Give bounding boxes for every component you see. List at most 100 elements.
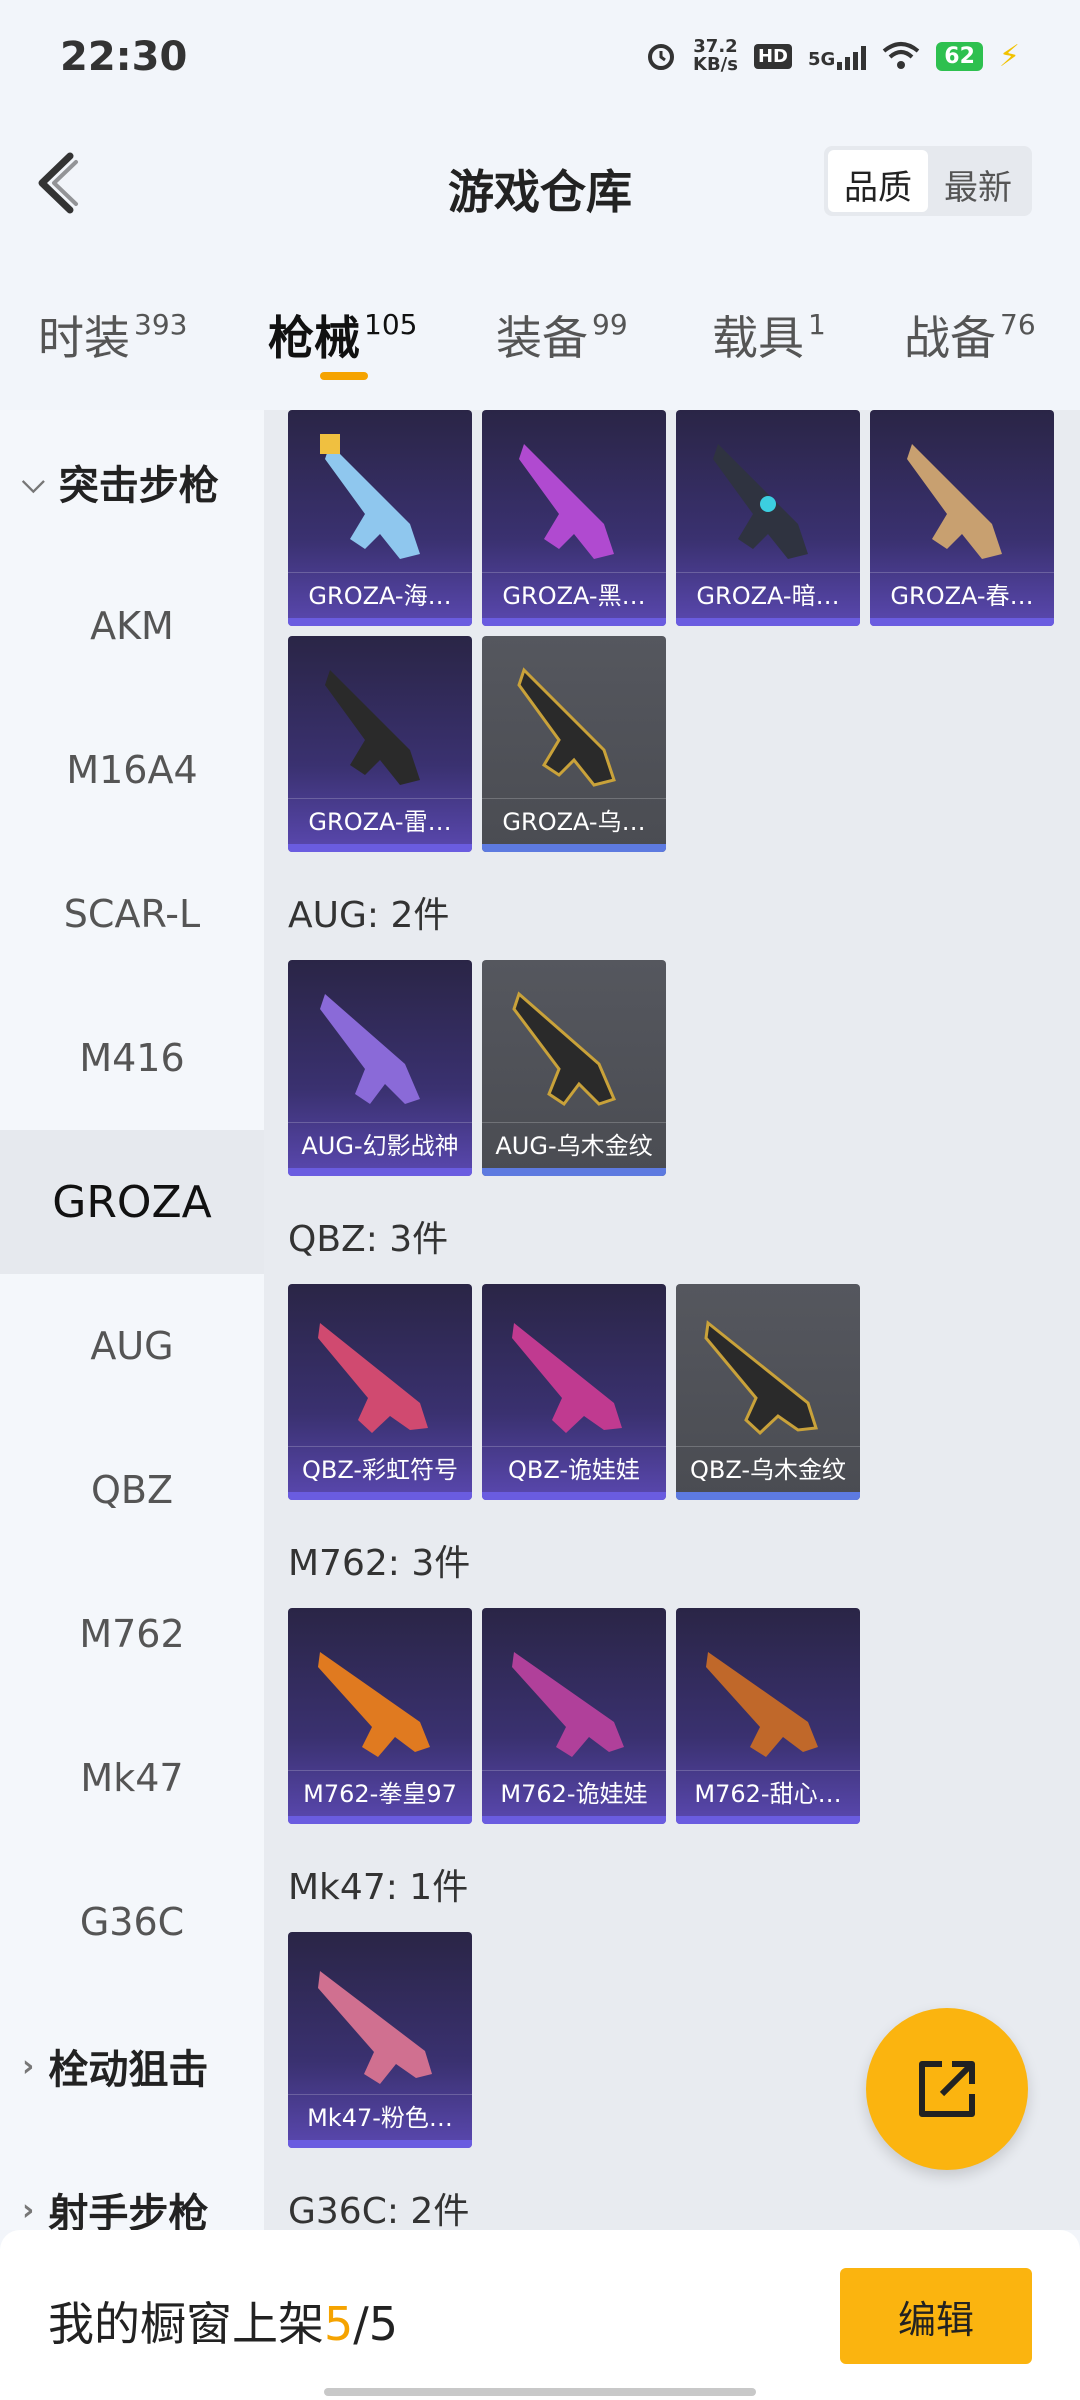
skin-card[interactable]: GROZA-春…: [870, 410, 1054, 626]
sidebar-item-qbz[interactable]: QBZ: [0, 1418, 264, 1562]
home-indicator[interactable]: [324, 2388, 756, 2396]
tab-vehicles[interactable]: 载具 1: [712, 302, 826, 368]
sidebar-group-bolt-action[interactable]: › 栓动狙击: [0, 1994, 264, 2138]
net-speed: 37.2 KB/s: [693, 38, 738, 74]
sidebar-item-m416[interactable]: M416: [0, 986, 264, 1130]
rarity-bar: [482, 1492, 666, 1500]
skin-card[interactable]: QBZ-彩虹符号: [288, 1284, 472, 1500]
rarity-bar: [676, 618, 860, 626]
share-fab[interactable]: [866, 2008, 1028, 2170]
skin-card[interactable]: GROZA-黑…: [482, 410, 666, 626]
showcase-label: 我的橱窗上架: [48, 2297, 324, 2351]
weapon-skin-image: [512, 1652, 624, 1757]
skin-name: AUG-乌木金纹: [482, 1122, 666, 1168]
sidebar-item-akm[interactable]: AKM: [0, 554, 264, 698]
tab-fashion[interactable]: 时装 393: [38, 302, 187, 368]
skin-card[interactable]: QBZ-诡娃娃: [482, 1284, 666, 1500]
skin-name: M762-诡娃娃: [482, 1770, 666, 1816]
rarity-bar: [482, 1168, 666, 1176]
weapon-type-sidebar: ⌵ 突击步枪 AKM M16A4 SCAR-L M416 GROZA AUG QB…: [0, 410, 264, 2237]
tab-count: 1: [808, 308, 826, 341]
skin-card[interactable]: GROZA-海…: [288, 410, 472, 626]
weapon-skin-image: [320, 434, 420, 559]
weapon-skin-image: [907, 444, 1002, 559]
skin-name: GROZA-乌…: [482, 798, 666, 844]
skin-name: GROZA-春…: [870, 572, 1054, 618]
skin-name: QBZ-彩虹符号: [288, 1446, 472, 1492]
chevron-right-icon: ›: [22, 2048, 35, 2084]
rarity-bar: [288, 844, 472, 852]
tab-supplies[interactable]: 战备 76: [904, 302, 1036, 368]
rarity-bar: [288, 2140, 472, 2148]
weapon-skin-image: [318, 1971, 432, 2084]
charging-icon: ⚡: [998, 38, 1020, 74]
skin-card[interactable]: GROZA-雷…: [288, 636, 472, 852]
tab-count: 105: [364, 308, 418, 341]
weapon-skin-image: [517, 667, 616, 787]
rarity-bar: [676, 1492, 860, 1500]
section-label-aug: AUG: 2件: [288, 895, 450, 936]
skin-card[interactable]: GROZA-乌…: [482, 636, 666, 852]
sidebar-item-m762[interactable]: M762: [0, 1562, 264, 1706]
showcase-bar: 我的橱窗上架5/5 编辑: [0, 2230, 1080, 2400]
back-button[interactable]: [28, 148, 88, 218]
chevron-down-icon: ⌵: [22, 464, 45, 500]
rarity-bar: [482, 618, 666, 626]
sidebar-item-aug[interactable]: AUG: [0, 1274, 264, 1418]
rarity-bar: [482, 844, 666, 852]
section-label-qbz: QBZ: 3件: [288, 1219, 449, 1260]
section-label-g36c: G36C: 2件: [288, 2191, 470, 2230]
section-label-m762: M762: 3件: [288, 1543, 471, 1584]
share-icon: [919, 2061, 975, 2117]
tab-count: 76: [1000, 308, 1036, 341]
section-label-mk47: Mk47: 1件: [288, 1867, 469, 1908]
weapon-skin-image: [318, 1652, 430, 1757]
edit-button[interactable]: 编辑: [840, 2268, 1032, 2364]
sidebar-item-groza[interactable]: GROZA: [0, 1130, 264, 1274]
status-bar: 22:30 37.2 KB/s HD 5G 62 ⚡: [0, 0, 1080, 120]
skin-card[interactable]: M762-拳皇97: [288, 1608, 472, 1824]
showcase-total: 5: [368, 2297, 399, 2351]
tab-label: 载具: [712, 311, 804, 365]
rarity-bar: [482, 1816, 666, 1824]
sidebar-item-mk47[interactable]: Mk47: [0, 1706, 264, 1850]
cellular-signal-icon: 5G: [807, 42, 867, 70]
tab-equipment[interactable]: 装备 99: [496, 302, 628, 368]
weapon-skin-image: [704, 1320, 818, 1436]
sidebar-item-g36c[interactable]: G36C: [0, 1850, 264, 1994]
showcase-separator: /: [353, 2297, 369, 2351]
sort-by-newest[interactable]: 最新: [928, 150, 1028, 212]
tab-label: 装备: [496, 311, 588, 365]
hd-icon: HD: [753, 43, 792, 69]
rarity-bar: [288, 1816, 472, 1824]
wifi-icon: [883, 42, 920, 69]
skin-name: Mk47-粉色…: [288, 2094, 472, 2140]
rarity-bar: [676, 1816, 860, 1824]
alarm-icon: [648, 44, 674, 70]
skin-card[interactable]: GROZA-暗…: [676, 410, 860, 626]
tab-label: 时装: [38, 311, 130, 365]
showcase-status: 我的橱窗上架5/5: [48, 2288, 398, 2354]
skin-name: QBZ-诡娃娃: [482, 1446, 666, 1492]
header: 游戏仓库 品质 最新: [0, 130, 1080, 240]
tab-label: 枪械: [268, 311, 360, 365]
sidebar-group-assault-rifles[interactable]: ⌵ 突击步枪: [0, 410, 264, 554]
sort-by-quality[interactable]: 品质: [828, 150, 928, 212]
skin-card[interactable]: Mk47-粉色…: [288, 1932, 472, 2148]
tab-count: 393: [134, 308, 188, 341]
skin-name: AUG-幻影战神: [288, 1122, 472, 1168]
chevron-left-icon: [38, 152, 78, 214]
skin-card[interactable]: M762-甜心…: [676, 1608, 860, 1824]
skin-card[interactable]: AUG-幻影战神: [288, 960, 472, 1176]
sidebar-item-m16a4[interactable]: M16A4: [0, 698, 264, 842]
tab-guns[interactable]: 枪械 105: [268, 302, 417, 368]
skin-name: GROZA-暗…: [676, 572, 860, 618]
skin-name: GROZA-海…: [288, 572, 472, 618]
weapon-skin-image: [318, 1323, 428, 1433]
skin-card[interactable]: M762-诡娃娃: [482, 1608, 666, 1824]
sidebar-item-scar-l[interactable]: SCAR-L: [0, 842, 264, 986]
skin-card[interactable]: AUG-乌木金纹: [482, 960, 666, 1176]
rarity-bar: [288, 1492, 472, 1500]
network-type: 5G: [807, 49, 836, 70]
skin-card[interactable]: QBZ-乌木金纹: [676, 1284, 860, 1500]
